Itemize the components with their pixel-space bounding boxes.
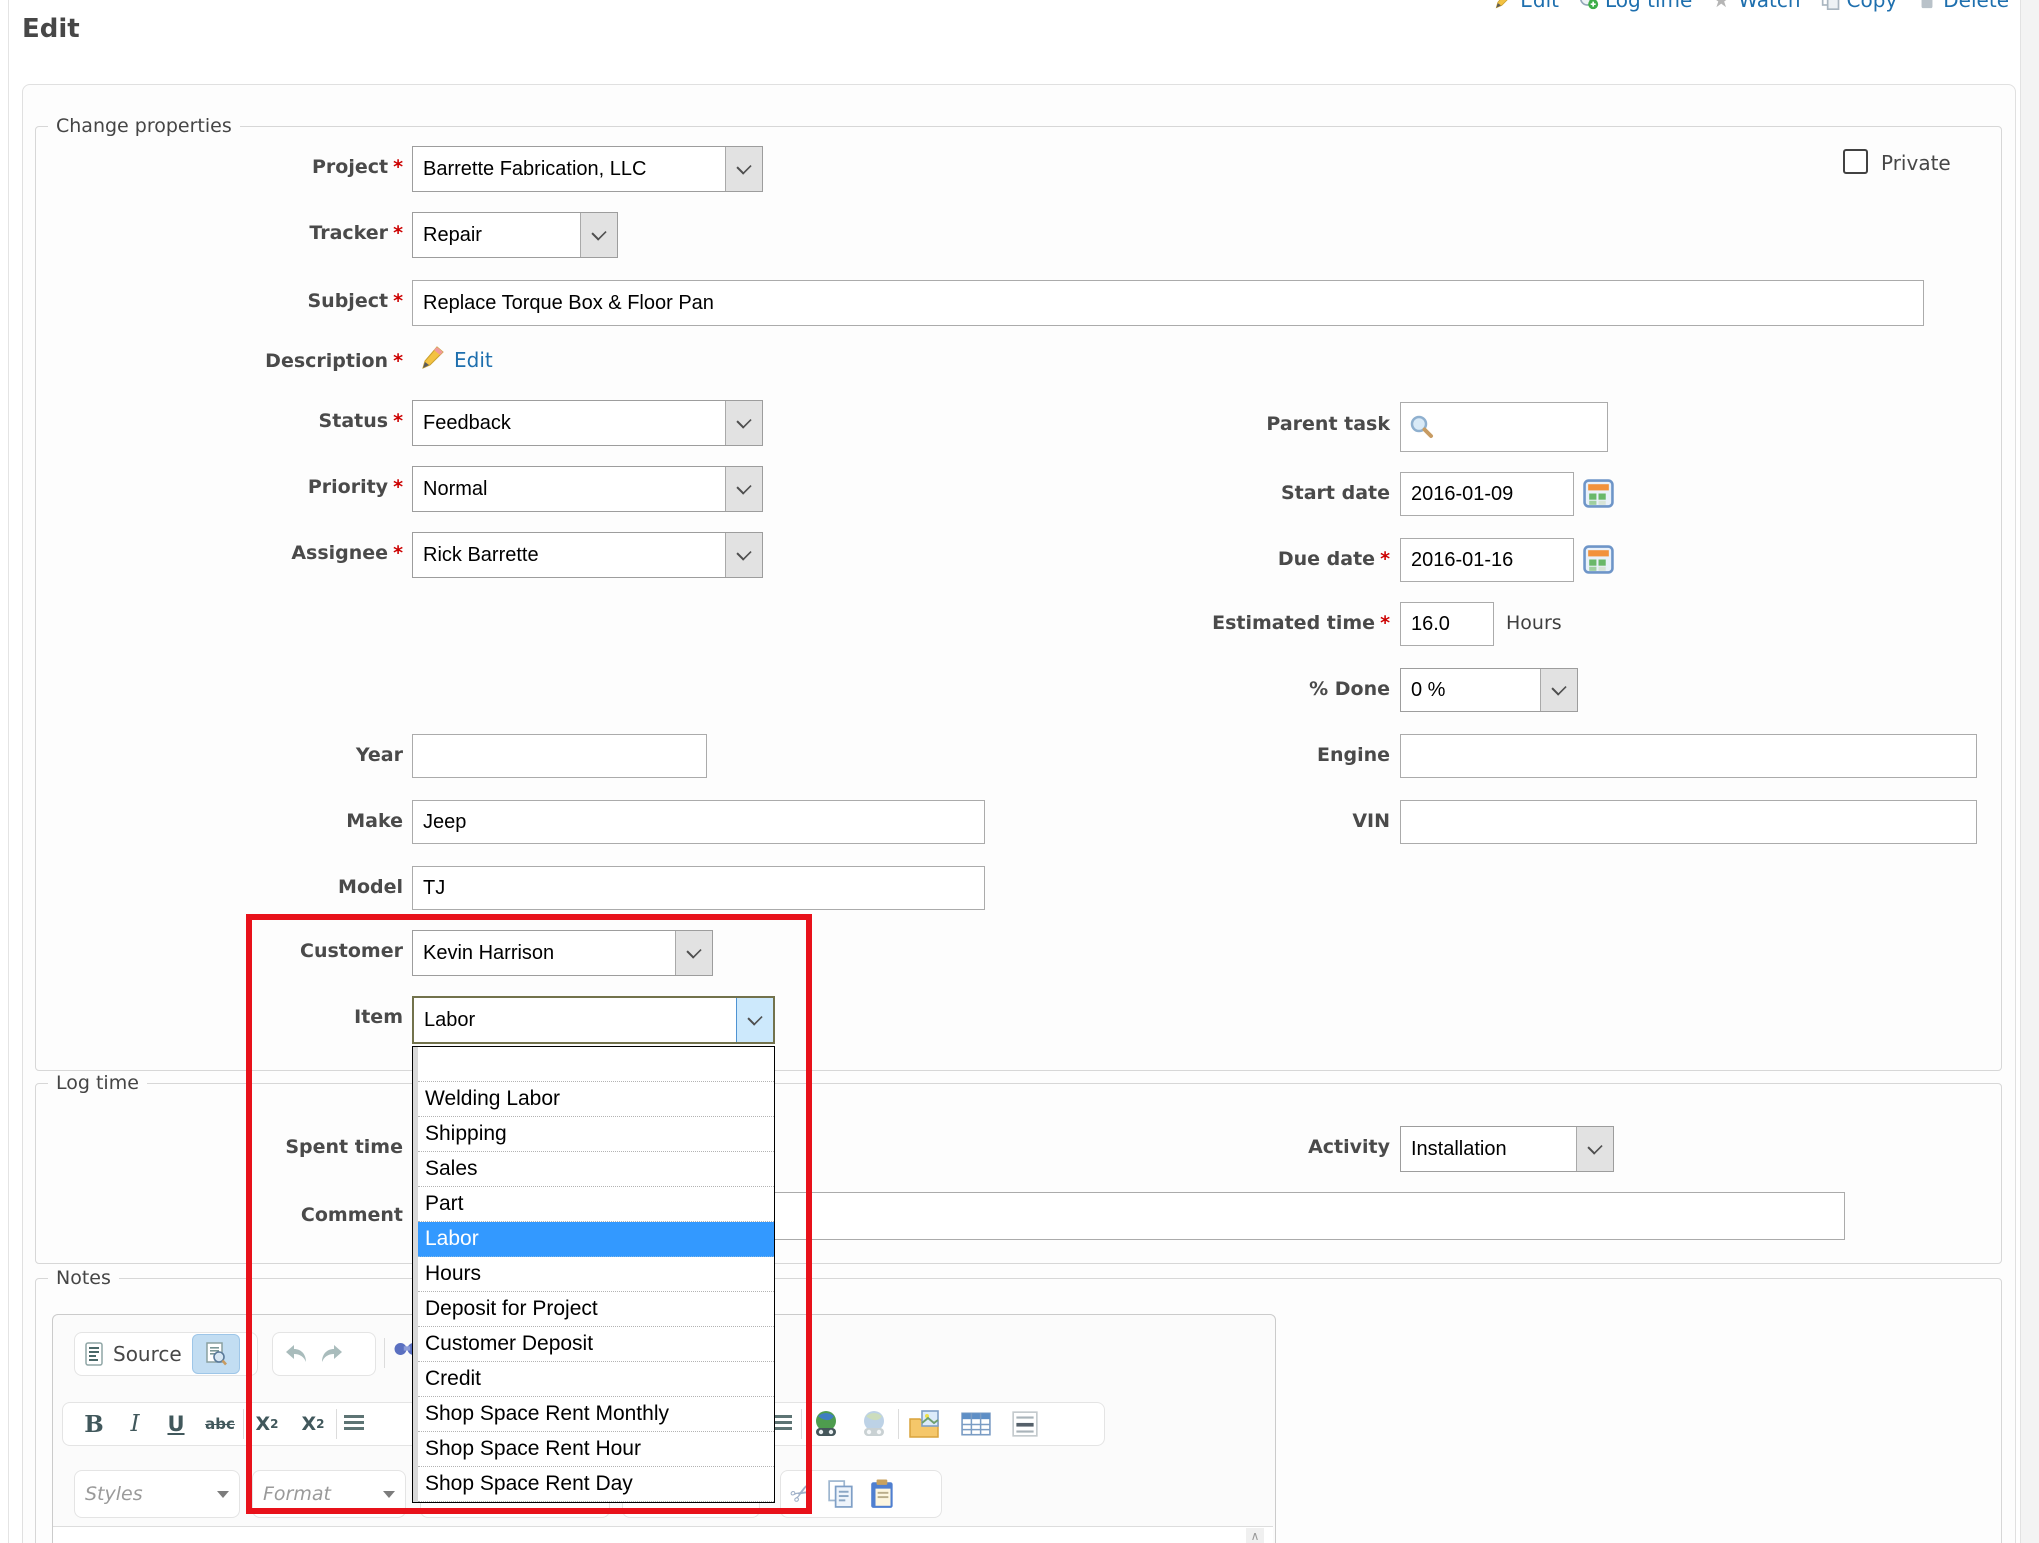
copy-icon[interactable] — [827, 1480, 855, 1508]
styles-dropdown-label: Styles — [85, 1483, 143, 1505]
calendar-icon[interactable] — [1583, 544, 1614, 575]
assignee-select[interactable]: Rick Barrette — [412, 532, 763, 578]
chevron-down-icon — [580, 213, 617, 257]
paste-icon[interactable] — [869, 1479, 897, 1509]
status-label: Status* — [73, 410, 403, 432]
strikethrough-button[interactable]: abc — [197, 1415, 243, 1433]
log-time-legend: Log time — [48, 1072, 147, 1094]
chevron-down-icon — [725, 401, 762, 445]
page-left-border — [8, 0, 9, 1543]
model-input[interactable]: TJ — [412, 866, 985, 910]
year-label: Year — [73, 744, 403, 766]
pencil-icon — [420, 345, 446, 371]
status-select[interactable]: Feedback — [412, 400, 763, 446]
project-select[interactable]: Barrette Fabrication, LLC — [412, 146, 763, 192]
italic-button[interactable]: I — [115, 1411, 155, 1437]
log-time-link-label: Log time — [1605, 0, 1692, 12]
parent-task-input[interactable] — [1400, 402, 1608, 452]
activity-label: Activity — [1050, 1136, 1390, 1158]
chevron-down-icon — [1576, 1127, 1613, 1171]
pencil-icon — [1494, 0, 1514, 10]
hours-suffix: Hours — [1506, 612, 1562, 634]
year-input[interactable] — [412, 734, 707, 778]
image-icon[interactable] — [899, 1409, 951, 1439]
editor-scrollbar-up[interactable]: ∧ — [1246, 1528, 1264, 1543]
private-checkbox[interactable] — [1843, 149, 1868, 174]
percent-done-label: % Done — [1050, 678, 1390, 700]
star-icon: ★ — [1712, 0, 1732, 10]
model-label: Model — [73, 876, 403, 898]
edit-link-label: Edit — [1520, 0, 1559, 12]
watch-link[interactable]: ★ Watch — [1712, 0, 1800, 12]
subject-input[interactable]: Replace Torque Box & Floor Pan — [412, 280, 1924, 326]
preview-button[interactable] — [192, 1334, 240, 1374]
trash-icon — [1917, 0, 1937, 10]
make-input[interactable]: Jeep — [412, 800, 985, 844]
source-document-icon — [85, 1342, 103, 1366]
private-label: Private — [1881, 151, 1951, 175]
start-date-input[interactable]: 2016-01-09 — [1400, 472, 1574, 516]
project-label: Project* — [73, 156, 403, 178]
subject-label: Subject* — [73, 290, 403, 312]
description-label: Description* — [73, 350, 403, 372]
annotation-rectangle — [246, 914, 812, 1514]
priority-select[interactable]: Normal — [412, 466, 763, 512]
editor-content-area[interactable] — [53, 1526, 1273, 1543]
preview-icon — [205, 1342, 227, 1366]
vin-label: VIN — [1050, 810, 1390, 832]
percent-done-select[interactable]: 0 % — [1400, 668, 1578, 712]
log-time-link[interactable]: Log time — [1579, 0, 1692, 12]
delete-link-label: Delete — [1943, 0, 2009, 12]
calendar-icon[interactable] — [1583, 478, 1614, 509]
estimated-time-label: Estimated time* — [1050, 612, 1390, 634]
source-button-group: Source — [74, 1332, 258, 1376]
context-toolbar: Edit Log time ★ Watch Copy Delete — [1494, 0, 2009, 12]
chevron-down-icon — [1540, 669, 1577, 711]
horizontal-rule-icon[interactable] — [1001, 1411, 1049, 1437]
table-icon[interactable] — [951, 1411, 1001, 1437]
chevron-down-icon — [725, 147, 762, 191]
copy-link-label: Copy — [1847, 0, 1898, 12]
parent-task-label: Parent task — [1050, 413, 1390, 435]
copy-link[interactable]: Copy — [1821, 0, 1898, 12]
copy-icon — [1821, 0, 1841, 10]
due-date-input[interactable]: 2016-01-16 — [1400, 538, 1574, 582]
edit-link[interactable]: Edit — [1494, 0, 1559, 12]
chevron-down-icon — [725, 467, 762, 511]
chevron-down-icon — [725, 533, 762, 577]
vin-input[interactable] — [1400, 800, 1977, 844]
styles-dropdown[interactable]: Styles — [74, 1470, 240, 1518]
clock-add-icon — [1579, 0, 1599, 10]
underline-button[interactable]: U — [155, 1412, 197, 1436]
description-edit-link[interactable]: Edit — [454, 348, 493, 372]
notes-legend: Notes — [48, 1267, 119, 1289]
tracker-label: Tracker* — [73, 222, 403, 244]
tracker-select[interactable]: Repair — [412, 212, 618, 258]
assignee-label: Assignee* — [73, 542, 403, 564]
watch-link-label: Watch — [1738, 0, 1800, 12]
source-button[interactable]: Source — [113, 1342, 182, 1366]
bold-button[interactable]: B — [73, 1411, 115, 1438]
engine-label: Engine — [1050, 744, 1390, 766]
delete-link[interactable]: Delete — [1917, 0, 2009, 12]
change-properties-legend: Change properties — [48, 115, 240, 137]
caret-down-icon — [217, 1491, 229, 1498]
start-date-label: Start date — [1050, 482, 1390, 504]
priority-label: Priority* — [73, 476, 403, 498]
search-icon — [1409, 414, 1435, 440]
due-date-label: Due date* — [1050, 548, 1390, 570]
issue-edit-page: Edit Log time ★ Watch Copy Delete Edit C… — [0, 0, 2039, 1543]
estimated-time-input[interactable]: 16.0 — [1400, 602, 1494, 646]
page-title: Edit — [22, 14, 80, 44]
unlink-icon[interactable] — [850, 1409, 898, 1439]
make-label: Make — [73, 810, 403, 832]
page-scrollbar[interactable] — [2020, 0, 2039, 1543]
engine-input[interactable] — [1400, 734, 1977, 778]
activity-select[interactable]: Installation — [1400, 1126, 1614, 1172]
